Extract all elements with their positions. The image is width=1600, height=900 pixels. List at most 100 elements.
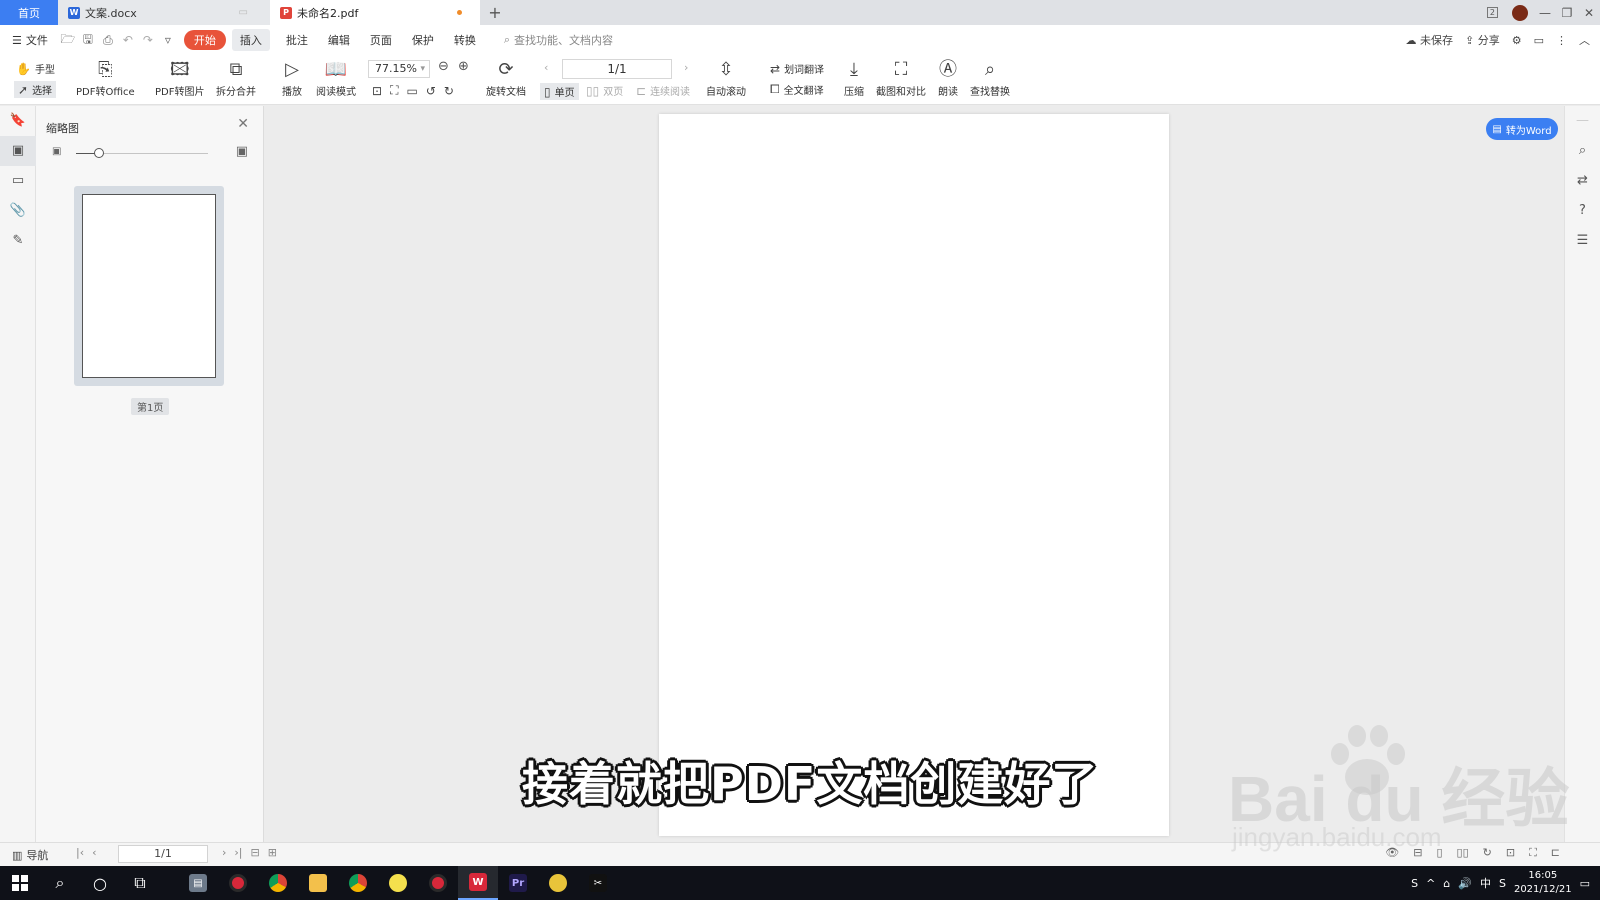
close-icon[interactable]: ✕ xyxy=(1578,6,1600,20)
attachment-icon[interactable]: 📎 xyxy=(0,196,36,226)
hand-tool[interactable]: ✋ 手型 xyxy=(16,61,55,77)
print-icon[interactable]: ⎙ xyxy=(98,33,118,48)
forward-icon[interactable]: ⊞ xyxy=(268,846,277,859)
menu-tab-comment[interactable]: 批注 xyxy=(276,32,318,48)
ime-indicator[interactable]: 中 xyxy=(1480,875,1491,891)
task-view-icon[interactable]: ⧉ xyxy=(120,866,160,900)
tab-doc[interactable]: W 文案.docx ▭ xyxy=(58,0,270,25)
screen-icon[interactable]: ▭ xyxy=(239,7,248,18)
clock[interactable]: 16:05 2021/12/21 xyxy=(1514,869,1572,897)
chrome-icon[interactable] xyxy=(258,866,298,900)
properties-icon[interactable]: ☰ xyxy=(1565,226,1600,256)
capcut-icon[interactable]: ✂ xyxy=(578,866,618,900)
menu-tab-insert[interactable]: 插入 xyxy=(231,29,270,51)
full-translate-button[interactable]: ⧠ 全文翻译 xyxy=(770,82,824,97)
translate-side-icon[interactable]: ⇄ xyxy=(1565,166,1600,196)
rotate-left-icon[interactable]: ↺ xyxy=(426,84,436,98)
back-icon[interactable]: ⊟ xyxy=(251,846,260,859)
search-taskbar-icon[interactable]: ⌕ xyxy=(40,866,80,900)
first-page-icon[interactable]: |‹ xyxy=(76,846,84,859)
restore-icon[interactable]: ❐ xyxy=(1556,6,1578,20)
premiere-icon[interactable]: Pr xyxy=(498,866,538,900)
next-page-icon[interactable]: › xyxy=(684,61,688,74)
settings-icon[interactable]: ⚙ xyxy=(1512,34,1522,47)
signature-icon[interactable]: ✎ xyxy=(0,226,36,256)
redo-icon[interactable]: ↷ xyxy=(138,33,158,47)
prev-page-status-icon[interactable]: ‹ xyxy=(92,846,96,859)
next-page-status-icon[interactable]: › xyxy=(222,846,226,859)
actual-size-icon[interactable]: ⊡ xyxy=(372,84,382,98)
page-number-input[interactable]: 1/1 xyxy=(562,59,672,79)
fit-width-icon[interactable]: ▭ xyxy=(406,84,417,98)
slider-knob[interactable] xyxy=(94,148,104,158)
zoom-select[interactable]: 77.15% ▾ xyxy=(368,60,430,78)
wps-icon[interactable]: W xyxy=(458,866,498,900)
undo-icon[interactable]: ↶ xyxy=(118,33,138,47)
menu-tab-convert[interactable]: 转换 xyxy=(444,32,486,48)
tray-expand-icon[interactable]: ^ xyxy=(1426,877,1435,890)
double-view-icon[interactable]: ▯▯ xyxy=(1457,846,1469,860)
app-icon-2[interactable] xyxy=(378,866,418,900)
actual-size-status-icon[interactable]: ⊡ xyxy=(1506,846,1515,860)
network-icon[interactable]: ⌂ xyxy=(1443,877,1450,890)
fit-page-status-icon[interactable]: ⛶ xyxy=(1529,846,1537,860)
page-thumbnail[interactable] xyxy=(74,186,224,386)
fit-width-status-icon[interactable]: ⊏ xyxy=(1551,846,1560,860)
compress-button[interactable]: ⤓ 压缩 xyxy=(844,58,864,98)
auto-scroll-button[interactable]: ⇳ 自动滚动 xyxy=(706,58,746,98)
read-aloud-button[interactable]: Ⓐ 朗读 xyxy=(938,58,958,98)
thumbnail-size-slider[interactable]: ▣ ▣ xyxy=(52,144,248,162)
continuous-read-button[interactable]: ⊏ 连续阅读 xyxy=(636,83,690,99)
thumbnail-icon[interactable]: ▣ xyxy=(0,136,36,166)
save-icon[interactable]: 🖫 xyxy=(78,30,98,51)
new-tab-button[interactable]: + xyxy=(480,0,510,25)
dropdown-icon[interactable]: ▿ xyxy=(158,33,178,47)
sogou-tray-icon[interactable]: S xyxy=(1499,877,1506,890)
menu-tab-edit[interactable]: 编辑 xyxy=(318,32,360,48)
word-translate-button[interactable]: ⇄ 划词翻译 xyxy=(770,61,824,77)
avatar[interactable] xyxy=(1512,4,1528,21)
start-button[interactable] xyxy=(0,866,40,900)
rotate-right-icon[interactable]: ↻ xyxy=(444,84,454,98)
find-replace-button[interactable]: ⌕ 查找替换 xyxy=(970,58,1010,98)
read-mode-button[interactable]: 📖 阅读模式 xyxy=(316,58,356,98)
multi-window-icon[interactable]: 2 xyxy=(1486,7,1498,18)
file-menu[interactable]: ☰ 文件 xyxy=(0,32,58,48)
comment-icon[interactable]: ▭ xyxy=(1534,34,1544,47)
pdf-page[interactable] xyxy=(659,114,1169,836)
function-search[interactable]: ⌕ 查找功能、文档内容 xyxy=(504,32,613,48)
app-icon-3[interactable] xyxy=(538,866,578,900)
chrome-icon-2[interactable] xyxy=(338,866,378,900)
convert-to-word-button[interactable]: ▤ 转为Word xyxy=(1486,118,1558,140)
notification-icon[interactable]: ▭ xyxy=(1580,877,1590,890)
unsaved-button[interactable]: ☁ 未保存 xyxy=(1406,32,1454,48)
file-explorer-icon[interactable] xyxy=(298,866,338,900)
double-page-button[interactable]: ▯▯ 双页 xyxy=(586,83,623,99)
more-icon[interactable]: ⋮ xyxy=(1556,34,1567,47)
record-app-icon[interactable] xyxy=(218,866,258,900)
pdf-to-office-button[interactable]: ⎘ PDF转Office xyxy=(76,58,135,98)
minimize-icon[interactable]: — xyxy=(1534,6,1556,20)
bookmark-icon[interactable]: 🔖 xyxy=(0,106,36,136)
sogou-icon[interactable]: S xyxy=(1411,877,1418,890)
status-page-input[interactable]: 1/1 xyxy=(118,845,208,863)
zoom-out-icon[interactable]: ⊖ xyxy=(438,59,449,74)
fit-page-icon[interactable]: ⛶ xyxy=(390,83,398,98)
split-merge-button[interactable]: ⧉ 拆分合并 xyxy=(216,58,256,98)
tab-pdf[interactable]: P 未命名2.pdf xyxy=(270,0,480,25)
rotate-doc-button[interactable]: ⟳ 旋转文档 xyxy=(486,58,526,98)
help-icon[interactable]: ? xyxy=(1565,196,1600,226)
menu-tab-start[interactable]: 开始 xyxy=(183,30,226,50)
pdf-to-image-button[interactable]: 🖾 PDF转图片 xyxy=(155,58,204,98)
menu-tab-protect[interactable]: 保护 xyxy=(402,32,444,48)
menu-tab-page[interactable]: 页面 xyxy=(360,32,402,48)
zoom-search-icon[interactable]: ⌕ xyxy=(1565,136,1600,166)
volume-icon[interactable]: 🔊 xyxy=(1458,877,1472,890)
screenshot-compare-button[interactable]: ⛶ 截图和对比 xyxy=(876,58,926,98)
single-page-button[interactable]: ▯ 单页 xyxy=(540,83,579,100)
cortana-icon[interactable]: ○ xyxy=(80,866,120,900)
annotation-icon[interactable]: ▭ xyxy=(0,166,36,196)
collapse-icon[interactable]: ︿ xyxy=(1579,32,1590,48)
open-icon[interactable]: 🗁 xyxy=(58,30,78,51)
record-app-icon-2[interactable] xyxy=(418,866,458,900)
